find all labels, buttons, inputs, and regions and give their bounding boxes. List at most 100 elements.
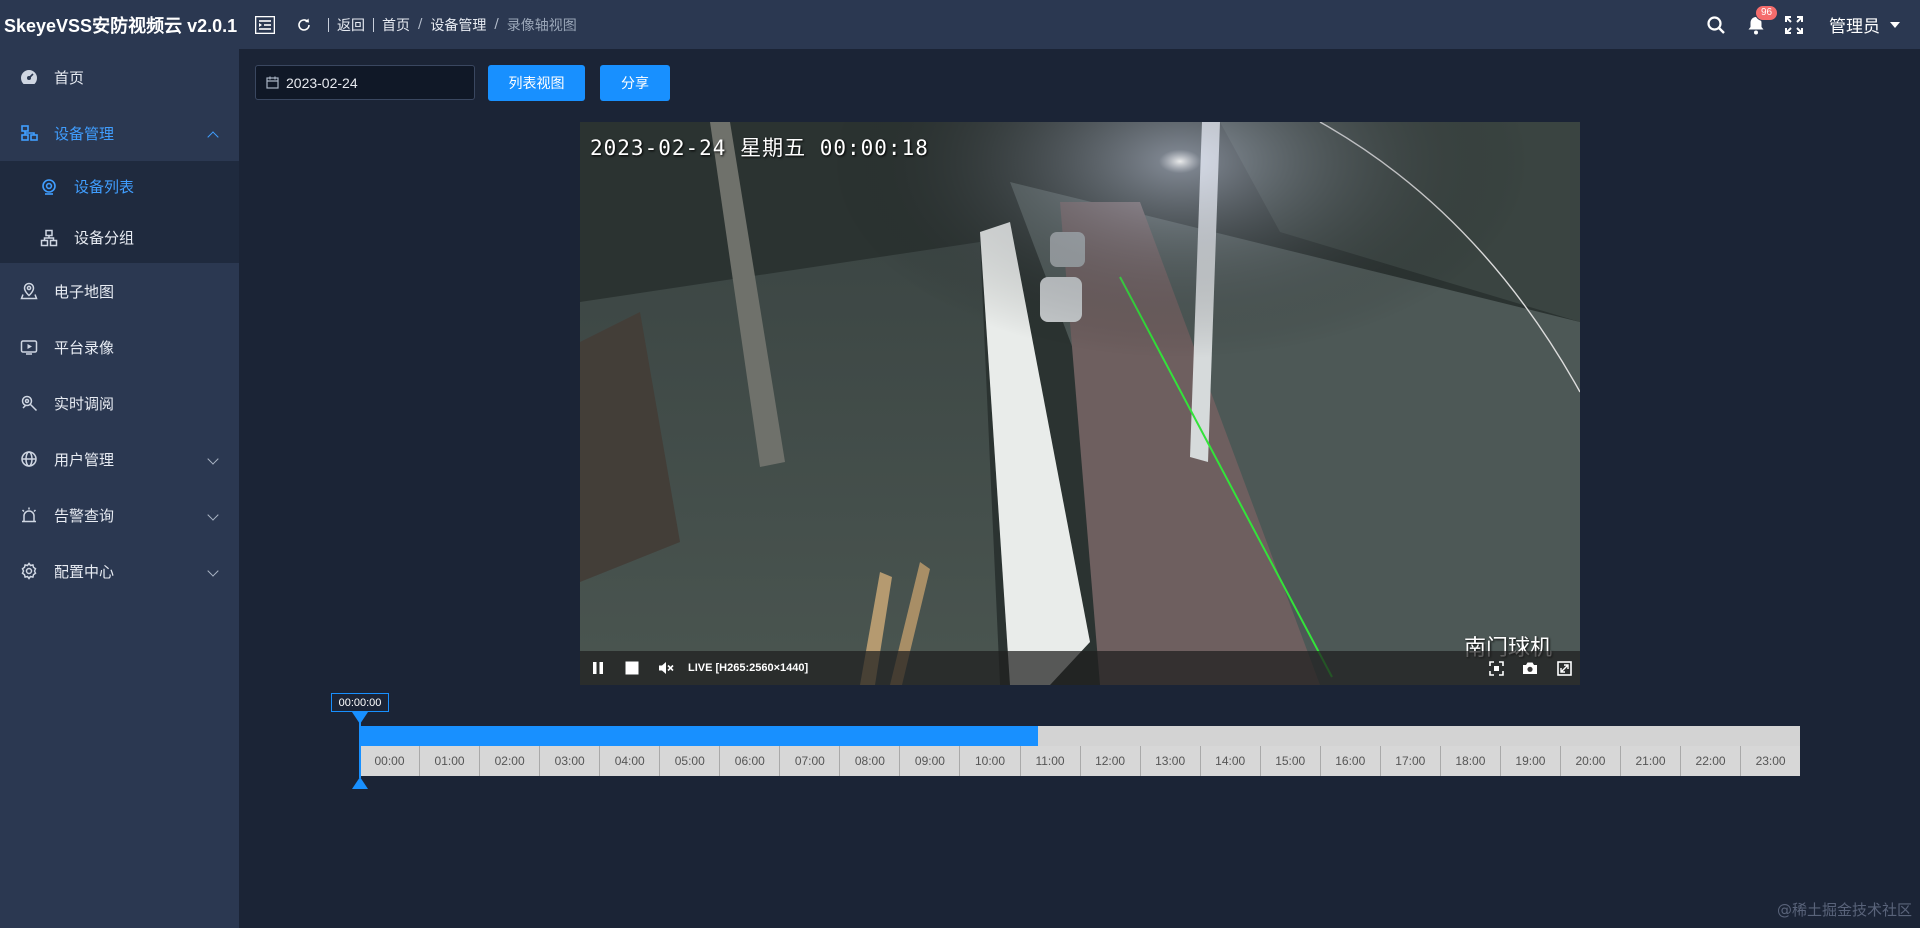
- date-picker-input[interactable]: 2023-02-24: [255, 65, 475, 100]
- app-title: SkeyeVSS安防视频云 v2.0.1: [4, 15, 238, 36]
- notification-badge: 96: [1755, 4, 1779, 21]
- timeline-hour-label[interactable]: 16:00: [1319, 746, 1380, 776]
- sidebar-item-e-map[interactable]: 电子地图: [0, 263, 239, 319]
- sidebar-item-platform-recording[interactable]: 平台录像: [0, 319, 239, 375]
- share-button[interactable]: 分享: [600, 65, 670, 101]
- settings-icon: [20, 562, 38, 580]
- video-record-icon: [20, 338, 38, 356]
- timeline-hour-label[interactable]: 01:00: [419, 746, 479, 776]
- globe-icon: [20, 450, 38, 468]
- breadcrumb-separator: /: [494, 17, 499, 32]
- breadcrumb-current: 录像轴视图: [506, 17, 577, 34]
- chevron-down-icon: [207, 509, 219, 521]
- timeline-hour-label[interactable]: 06:00: [719, 746, 779, 776]
- breadcrumb: 返回 首页 / 设备管理 / 录像轴视图: [296, 15, 577, 35]
- sidebar-item-label: 实时调阅: [54, 394, 115, 413]
- timeline-track[interactable]: [360, 726, 1800, 746]
- caret-down-icon[interactable]: [1890, 21, 1900, 28]
- timeline-recorded-segment: [360, 726, 1038, 746]
- breadcrumb-device-management[interactable]: 设备管理: [430, 15, 486, 35]
- sidebar-item-label: 用户管理: [54, 450, 115, 469]
- menu-toggle-icon[interactable]: [254, 15, 276, 35]
- sidebar-item-label: 设备管理: [54, 124, 115, 143]
- timeline-hour-label[interactable]: 07:00: [779, 746, 839, 776]
- timeline-hour-label[interactable]: 08:00: [839, 746, 899, 776]
- sidebar-item-live-view[interactable]: 实时调阅: [0, 375, 239, 431]
- player-right-controls: [1472, 658, 1574, 678]
- expand-icon[interactable]: [1554, 658, 1574, 678]
- sidebar: 首页 设备管理 设备列表 设备分组 电子地图 平台录像 实时调阅 用户管理 告警…: [0, 49, 239, 928]
- focus-frame-icon[interactable]: [1486, 658, 1506, 678]
- timeline-hour-label[interactable]: 13:00: [1139, 746, 1200, 776]
- sidebar-subitem-device-list[interactable]: 设备列表: [0, 161, 239, 212]
- timeline-hour-label[interactable]: 21:00: [1619, 746, 1680, 776]
- sidebar-item-label: 告警查询: [54, 506, 115, 525]
- sidebar-subitem-device-group[interactable]: 设备分组: [0, 212, 239, 263]
- timeline-cursor-bottom-handle[interactable]: [352, 777, 368, 789]
- sidebar-item-label: 首页: [54, 68, 85, 87]
- timeline-hour-label[interactable]: 22:00: [1680, 746, 1740, 776]
- timeline-hour-label[interactable]: 20:00: [1559, 746, 1620, 776]
- breadcrumb-separator: /: [418, 17, 423, 32]
- header-actions: 96 管理员: [1705, 0, 1920, 49]
- group-tree-icon: [40, 229, 58, 247]
- chevron-down-icon: [207, 453, 219, 465]
- alarm-icon: [20, 506, 38, 524]
- bell-icon[interactable]: 96: [1745, 4, 1779, 36]
- list-view-button[interactable]: 列表视图: [488, 65, 585, 101]
- camera-icon: [40, 178, 58, 196]
- timeline-hour-label[interactable]: 14:00: [1199, 746, 1260, 776]
- timeline-hour-label[interactable]: 00:00: [360, 746, 419, 776]
- device-tree-icon: [20, 124, 38, 142]
- date-value: 2023-02-24: [286, 74, 358, 91]
- osd-timestamp: 2023-02-24 星期五 00:00:18: [590, 136, 929, 160]
- timeline-hour-label[interactable]: 02:00: [479, 746, 539, 776]
- sidebar-item-device-management[interactable]: 设备管理: [0, 105, 239, 161]
- sidebar-item-label: 平台录像: [54, 338, 115, 357]
- live-view-icon: [20, 394, 38, 412]
- sidebar-item-alarm-query[interactable]: 告警查询: [0, 487, 239, 543]
- sidebar-item-label: 配置中心: [54, 562, 115, 581]
- map-pin-icon: [20, 282, 38, 300]
- sidebar-item-config-center[interactable]: 配置中心: [0, 543, 239, 599]
- watermark: @稀土掘金技术社区: [1776, 901, 1912, 919]
- timeline-hour-label[interactable]: 12:00: [1079, 746, 1140, 776]
- pause-icon[interactable]: [588, 658, 608, 678]
- device-submenu: 设备列表 设备分组: [0, 161, 239, 263]
- top-header: SkeyeVSS安防视频云 v2.0.1 返回 首页 / 设备管理 / 录像轴视…: [0, 0, 1920, 49]
- timeline-hour-label[interactable]: 15:00: [1259, 746, 1320, 776]
- camera-feed-image: [580, 122, 1580, 685]
- chevron-up-icon: [207, 131, 219, 143]
- sidebar-subitem-label: 设备分组: [74, 229, 135, 247]
- player-control-bar: LIVE [H265:2560×1440]: [580, 651, 1580, 685]
- timeline-hour-label[interactable]: 17:00: [1379, 746, 1440, 776]
- divider: [373, 17, 374, 32]
- snapshot-icon[interactable]: [1520, 658, 1540, 678]
- timeline-hour-label[interactable]: 04:00: [599, 746, 659, 776]
- timeline-hour-label[interactable]: 19:00: [1499, 746, 1560, 776]
- timeline-hour-ruler: 00:00 01:00 02:00 03:00 04:00 05:00 06:00 07:00…: [360, 746, 1800, 776]
- timeline-hour-label[interactable]: 03:00: [539, 746, 599, 776]
- dashboard-icon: [20, 68, 38, 86]
- timeline-hour-label[interactable]: 05:00: [659, 746, 719, 776]
- fullscreen-icon[interactable]: [1783, 14, 1805, 36]
- divider: [328, 17, 329, 32]
- chevron-down-icon: [207, 565, 219, 577]
- sidebar-item-home[interactable]: 首页: [0, 49, 239, 105]
- sidebar-item-user-management[interactable]: 用户管理: [0, 431, 239, 487]
- timeline-hour-label[interactable]: 23:00: [1740, 746, 1800, 776]
- timeline-hour-label[interactable]: 18:00: [1439, 746, 1500, 776]
- mute-icon[interactable]: [656, 658, 676, 678]
- timeline-current-time: 00:00:00: [331, 693, 389, 712]
- search-icon[interactable]: [1705, 14, 1727, 36]
- sidebar-subitem-label: 设备列表: [74, 178, 135, 196]
- stop-icon[interactable]: [622, 658, 642, 678]
- video-player[interactable]: 2023-02-24 星期五 00:00:18 南门球机 LIVE [H265:…: [580, 122, 1580, 685]
- back-link[interactable]: 返回: [337, 15, 365, 35]
- user-menu[interactable]: 管理员: [1829, 12, 1880, 37]
- timeline-hour-label[interactable]: 09:00: [899, 746, 959, 776]
- timeline-hour-label[interactable]: 10:00: [959, 746, 1019, 776]
- refresh-icon[interactable]: [296, 17, 312, 33]
- breadcrumb-home[interactable]: 首页: [382, 15, 410, 35]
- timeline-hour-label[interactable]: 11:00: [1019, 746, 1080, 776]
